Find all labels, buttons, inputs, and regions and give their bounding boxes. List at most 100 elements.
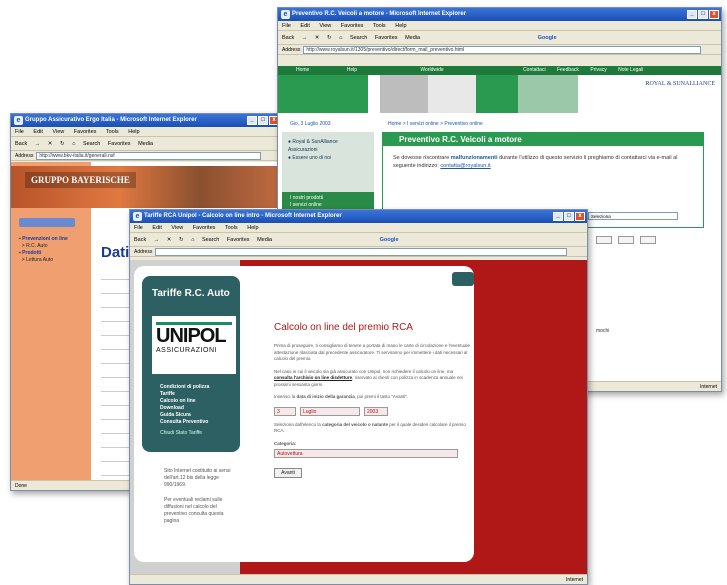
topnav-contattaci[interactable]: Contattaci [523,67,546,73]
window-titlebar[interactable]: e Tariffe RCA Unipol - Calcolo on line i… [130,210,587,223]
sidebar-green-item[interactable]: I nostri prodotti [290,195,366,202]
back-button[interactable]: Back [15,141,27,147]
address-input[interactable]: http://www.royalsun.it/1305/preventivo/d… [303,46,701,54]
menu-tools[interactable]: Tools [225,225,238,231]
window-titlebar[interactable]: e Preventivo R.C. Veicoli a motore - Mic… [278,8,721,21]
forward-icon[interactable]: → [35,141,41,147]
search-button[interactable]: Search [83,141,100,147]
month-select[interactable]: Luglio [300,406,360,416]
home-icon[interactable]: ⌂ [339,35,342,41]
menu-file[interactable]: File [15,129,24,135]
sidebar-green-item[interactable]: I servizi online [290,202,366,209]
menu-footer[interactable]: Chiudi Stato Tariffe [160,430,209,437]
sidebar-item[interactable]: ● Royal & SunAlliance Assicurazioni [288,138,368,154]
close-button[interactable]: x [575,212,585,221]
nav-tab[interactable] [19,218,75,227]
category-select[interactable]: Autovettura [274,449,458,458]
menu-help[interactable]: Help [395,23,406,29]
category-label: Categoria: [274,440,297,446]
menu-file[interactable]: File [282,23,291,29]
minimize-button[interactable]: _ [687,10,697,19]
window-titlebar[interactable]: e Gruppo Assicurativo Ergo Italia - Micr… [11,114,281,127]
stop-icon[interactable]: ✕ [48,141,53,147]
email-link[interactable]: contatta@royalsun.it [440,163,490,169]
stop-icon[interactable]: ✕ [167,237,172,243]
menu-edit[interactable]: Edit [152,225,161,231]
select-dropdown[interactable]: Seleziona [588,212,678,220]
favorites-button[interactable]: Favorites [375,35,398,41]
topnav-privacy[interactable]: Privacy [590,67,606,73]
minimize-button[interactable]: _ [553,212,563,221]
year-select[interactable]: 2003 [364,406,388,416]
search-button[interactable]: Search [202,237,219,243]
media-button[interactable]: Media [405,35,420,41]
menu-tariffe[interactable]: Tariffe [160,391,209,398]
menu-tools[interactable]: Tools [106,129,119,135]
menu-edit[interactable]: Edit [33,129,42,135]
topnav-help[interactable]: Help [347,67,357,73]
topnav-worldwide[interactable]: Worldwide [420,67,443,73]
input-box[interactable] [640,236,656,244]
maximize-button[interactable]: □ [564,212,574,221]
date-instructions: Inserisci la data di inizio della garanz… [274,394,409,399]
media-button[interactable]: Media [138,141,153,147]
archive-link[interactable]: consulta l'archivio on line disdetture [274,375,352,380]
menu-view[interactable]: View [52,129,64,135]
avanti-button[interactable]: Avanti [274,468,302,478]
nav-item-lettura[interactable]: > Lettura Auto [19,257,68,264]
refresh-icon[interactable]: ↻ [60,141,65,147]
sidebar-item[interactable]: ● Essere uno di noi [288,154,368,162]
google-toolbar[interactable]: Google [538,35,557,41]
media-button[interactable]: Media [257,237,272,243]
home-icon[interactable]: ⌂ [191,237,194,243]
menu-condizioni[interactable]: Condizioni di polizza [160,384,209,391]
nav-heading[interactable]: ▪ Prevenzioni on line [19,236,68,243]
menu-favorites[interactable]: Favorites [74,129,97,135]
menu-consulta[interactable]: Consulta Preventivo [160,419,209,426]
menu-help[interactable]: Help [128,129,139,135]
breadcrumb[interactable]: Home > I servizi online > Preventivo onl… [388,121,483,127]
google-toolbar[interactable]: Google [380,237,399,243]
menu-tools[interactable]: Tools [373,23,386,29]
refresh-icon[interactable]: ↻ [327,35,332,41]
menu-file[interactable]: File [134,225,143,231]
menu-view[interactable]: View [319,23,331,29]
day-select[interactable]: 3 [274,406,296,416]
menu-guida[interactable]: Guida Sicura [160,412,209,419]
close-button[interactable]: x [709,10,719,19]
forward-icon[interactable]: → [154,237,160,243]
nav-item-prodotti[interactable]: ▪ Prodotti [19,250,68,257]
minimize-button[interactable]: _ [247,116,257,125]
maximize-button[interactable]: □ [258,116,268,125]
back-button[interactable]: Back [282,35,294,41]
address-label: Address [15,153,34,159]
favorites-button[interactable]: Favorites [108,141,131,147]
brand-logo[interactable]: ROYAL & SUNALLIANCE [646,81,715,88]
topnav-note-legali[interactable]: Note Legali [618,67,643,73]
bayerische-logo[interactable]: GRUPPO BAYERISCHE [25,172,136,188]
input-box[interactable] [618,236,634,244]
menu-calcolo[interactable]: Calcolo on line [160,398,209,405]
menu-download[interactable]: Download [160,405,209,412]
forward-icon[interactable]: → [302,35,308,41]
refresh-icon[interactable]: ↻ [179,237,184,243]
input-box[interactable] [596,236,612,244]
topnav-feedback[interactable]: Feedback [557,67,579,73]
back-button[interactable]: Back [134,237,146,243]
menu-edit[interactable]: Edit [300,23,309,29]
logo-sub: ASSICURAZIONI [152,347,236,354]
address-input[interactable]: http://www.bkv-italia.it/generali.nsf [36,152,261,160]
unipol-logo[interactable]: UNIPOL ASSICURAZIONI [152,316,236,374]
menu-help[interactable]: Help [247,225,258,231]
favorites-button[interactable]: Favorites [227,237,250,243]
address-input[interactable] [155,248,567,256]
search-button[interactable]: Search [350,35,367,41]
maximize-button[interactable]: □ [698,10,708,19]
home-icon[interactable]: ⌂ [72,141,75,147]
nav-item-rc-auto[interactable]: > R.C. Auto [19,243,68,250]
menu-favorites[interactable]: Favorites [193,225,216,231]
menu-view[interactable]: View [171,225,183,231]
menu-favorites[interactable]: Favorites [341,23,364,29]
topnav-home[interactable]: Home [296,67,309,73]
stop-icon[interactable]: ✕ [315,35,320,41]
